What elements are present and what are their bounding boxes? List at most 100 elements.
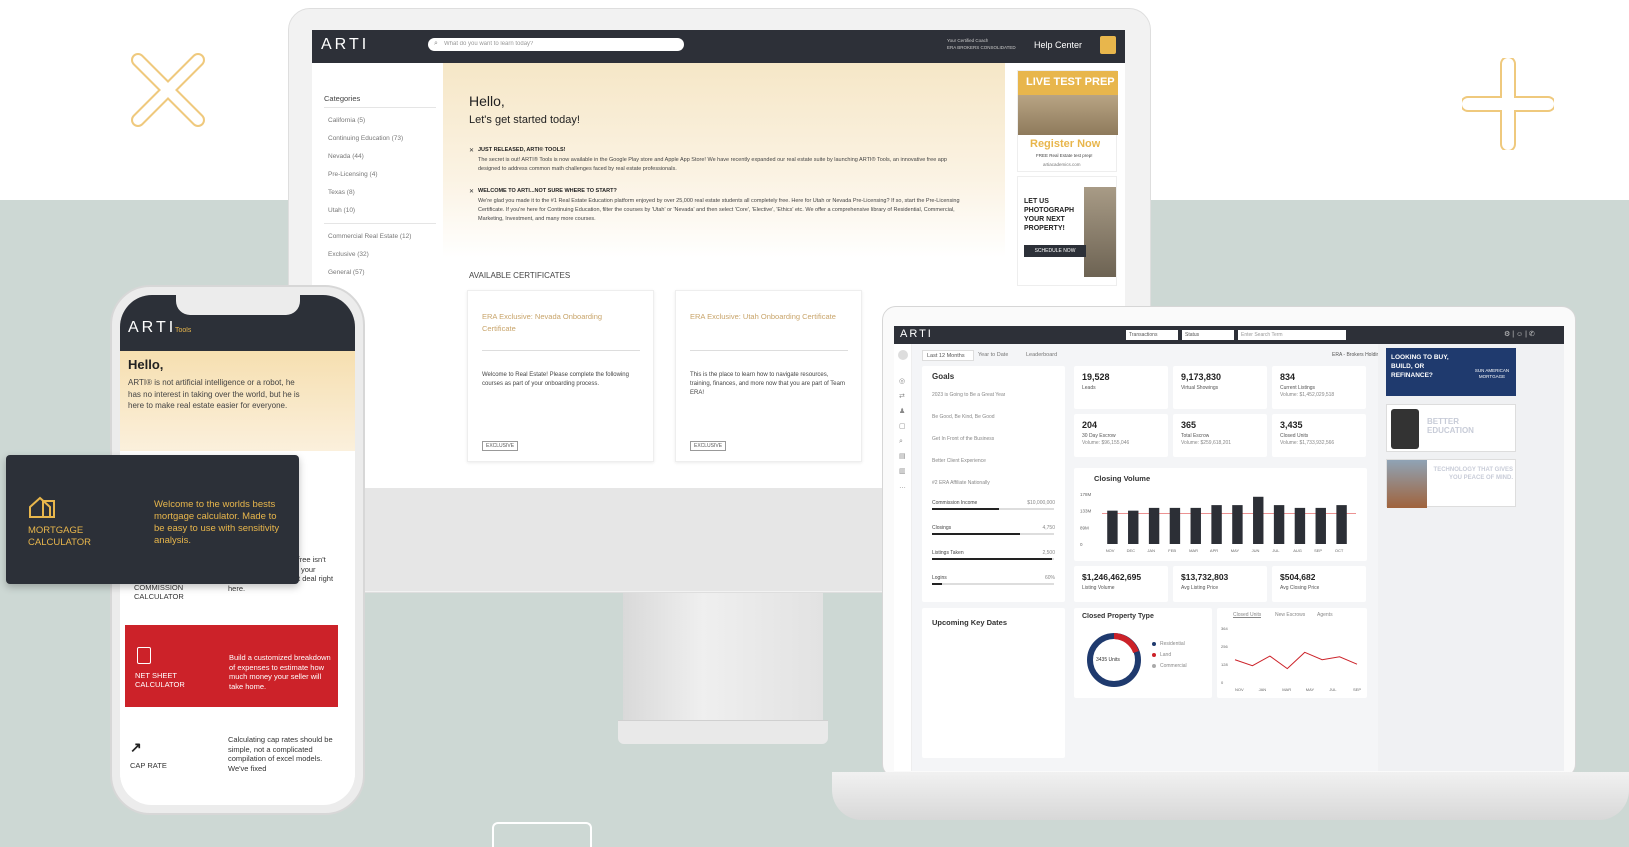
bar[interactable] [1128, 510, 1139, 544]
kpi-value: 3,435 [1280, 420, 1303, 430]
certificate-title[interactable]: ERA Exclusive: Utah Onboarding Certifica… [690, 311, 840, 323]
progress-track [932, 508, 1054, 510]
progress-label: Logins [932, 575, 947, 581]
certificate-title[interactable]: ERA Exclusive: Nevada Onboarding Certifi… [482, 311, 632, 335]
progress-track [932, 558, 1054, 560]
bar[interactable] [1273, 505, 1285, 544]
category-link[interactable]: General (57) [328, 269, 365, 276]
mortgage-label: MORTGAGE CALCULATOR [28, 525, 91, 548]
nav-icons[interactable]: ◎ ⇄ ♟ ▢ ⌕ ▤ ▥… [899, 374, 906, 494]
test-prep-ad[interactable]: LIVE TEST PREP Register Now FREE Real Es… [1017, 70, 1118, 172]
arti-logo[interactable]: ARTI [900, 328, 933, 340]
kpi-card[interactable]: $13,732,803 Avg Listing Price [1173, 566, 1267, 602]
education-ad[interactable]: BETTER EDUCATION [1386, 404, 1516, 452]
item-description: Build a customized breakdown of expenses… [229, 653, 331, 691]
category-link[interactable]: Utah (10) [328, 207, 355, 214]
bar[interactable] [1169, 507, 1181, 544]
tab-leaderboard[interactable]: Leaderboard [1026, 352, 1057, 358]
toolbar-icons[interactable]: ⚙ | ☺ | ✆ [1504, 330, 1535, 338]
bar[interactable] [1148, 507, 1160, 544]
goal-item[interactable]: Be Good, Be Kind, Be Good [932, 414, 995, 420]
x-tick-label: APR [1210, 548, 1218, 553]
tab-agents[interactable]: Agents [1317, 612, 1333, 618]
status-select[interactable]: Status [1182, 330, 1234, 340]
progress-target: 4,750 [1042, 525, 1055, 531]
hello-subheading: Let's get started today! [469, 114, 580, 126]
bar[interactable] [1336, 505, 1347, 544]
mortgage-calculator-card[interactable]: MORTGAGE CALCULATOR Welcome to the world… [6, 455, 299, 584]
arti-logo[interactable]: ARTI [321, 36, 369, 54]
tab-last-12-months[interactable]: Last 12 Months [922, 350, 974, 361]
plus-decoration-icon [1462, 58, 1554, 150]
news-body: The secret is out! ARTI® Tools is now av… [478, 157, 947, 172]
divider [324, 107, 436, 108]
ad-headline: LIVE TEST PREP [1026, 76, 1115, 88]
x-tick-label: SEP [1353, 687, 1361, 692]
desktop-topbar: ARTI ⌕ What do you want to learn today? … [312, 30, 1125, 63]
certificate-description: This is the place to learn how to naviga… [690, 372, 845, 396]
category-link[interactable]: Commercial Real Estate (12) [328, 233, 411, 240]
kpi-card[interactable]: 3,435 Closed Units Volume: $1,733,932,566 [1272, 414, 1366, 457]
series-line [1234, 651, 1358, 670]
kpi-card[interactable]: 365 Total Escrow Volume: $259,618,201 [1173, 414, 1267, 457]
bar[interactable] [1315, 507, 1326, 544]
kpi-card[interactable]: 204 30 Day Escrow Volume: $96,155,046 [1074, 414, 1168, 457]
tab-closed-units[interactable]: Closed Units [1233, 612, 1261, 618]
mortgage-ad[interactable]: LOOKING TO BUY, BUILD, OR REFINANCE? SUN… [1386, 348, 1516, 396]
laptop-screen: ARTI Transactions Status Enter Search Te… [894, 326, 1564, 771]
device-edge [492, 822, 592, 847]
category-link[interactable]: Exclusive (32) [328, 251, 369, 258]
bar[interactable] [1211, 505, 1222, 544]
legend-label: Residential [1160, 641, 1185, 647]
progress-track [932, 583, 1054, 585]
category-link[interactable]: California (5) [328, 117, 365, 124]
kpi-card[interactable]: $1,246,462,695 Listing Volume [1074, 566, 1168, 602]
goal-item[interactable]: Better Client Experience [932, 458, 986, 464]
kpi-card[interactable]: $504,682 Avg Closing Price [1272, 566, 1366, 602]
register-now-link[interactable]: Register Now [1030, 138, 1100, 150]
transactions-select[interactable]: Transactions [1126, 330, 1178, 340]
bar[interactable] [1107, 510, 1118, 544]
help-center-link[interactable]: Help Center [1034, 40, 1082, 50]
arti-logo[interactable]: ARTI [128, 319, 176, 337]
category-link[interactable]: Continuing Education (73) [328, 135, 403, 142]
progress-label: Commission Income [932, 500, 978, 506]
legend-swatch [1152, 664, 1156, 668]
category-link[interactable]: Nevada (44) [328, 153, 364, 160]
kpi-card[interactable]: 19,528 Leads [1074, 366, 1168, 409]
kpi-card[interactable]: 834 Current Listings Volume: $1,452,029,51… [1272, 366, 1366, 409]
tab-year-to-date[interactable]: Year to Date [978, 352, 1008, 358]
certificates-heading: AVAILABLE CERTIFICATES [469, 271, 571, 280]
tab-new-escrows[interactable]: New Escrows [1275, 612, 1305, 618]
net-sheet-calculator-item[interactable]: NET SHEET CALCULATOR Build a customized … [125, 625, 338, 707]
mortgage-description: Welcome to the worlds bests mortgage cal… [154, 499, 280, 546]
goal-item[interactable]: 2023 is Going to Be a Great Year [932, 392, 1005, 398]
goal-item[interactable]: #2 ERA Affiliate Nationally [932, 480, 990, 486]
kpi-subtext: Volume: $96,155,046 [1082, 440, 1130, 446]
cap-rate-calculator-item[interactable]: ↗ CAP RATE Calculating cap rates should … [120, 715, 355, 795]
certificate-card[interactable]: ERA Exclusive: Utah Onboarding Certifica… [675, 290, 862, 462]
kpi-card[interactable]: 9,173,830 Virtual Showings [1173, 366, 1267, 409]
category-link[interactable]: Texas (8) [328, 189, 355, 196]
close-icon[interactable]: ✕ [469, 188, 474, 195]
bar[interactable] [1253, 496, 1264, 544]
bar[interactable] [1294, 507, 1306, 544]
bar[interactable] [1232, 505, 1243, 544]
schedule-now-button[interactable]: SCHEDULE NOW [1024, 245, 1086, 257]
search-input[interactable]: Enter Search Term [1238, 330, 1346, 340]
kpi-value: $1,246,462,695 [1082, 572, 1142, 582]
close-icon[interactable]: ✕ [469, 147, 474, 154]
coach-badge-icon[interactable] [1100, 36, 1116, 54]
photography-ad[interactable]: LET US PHOTOGRAPH YOUR NEXT PROPERTY! SC… [1017, 176, 1117, 286]
bar[interactable] [1190, 507, 1201, 544]
technology-ad[interactable]: TECHNOLOGY THAT GIVES YOU PEACE OF MIND. [1386, 459, 1516, 508]
x-tick-label: AUG [1293, 548, 1302, 553]
tools-label: Tools [175, 327, 192, 334]
phone-notch [176, 295, 300, 315]
category-link[interactable]: Pre-Licensing (4) [328, 171, 378, 178]
progress-fill [932, 508, 1000, 510]
certificate-card[interactable]: ERA Exclusive: Nevada Onboarding Certifi… [467, 290, 654, 462]
desktop-search-input[interactable]: ⌕ What do you want to learn today? [428, 38, 684, 51]
avatar[interactable] [898, 350, 908, 360]
goal-item[interactable]: Get In Front of the Business [932, 436, 994, 442]
